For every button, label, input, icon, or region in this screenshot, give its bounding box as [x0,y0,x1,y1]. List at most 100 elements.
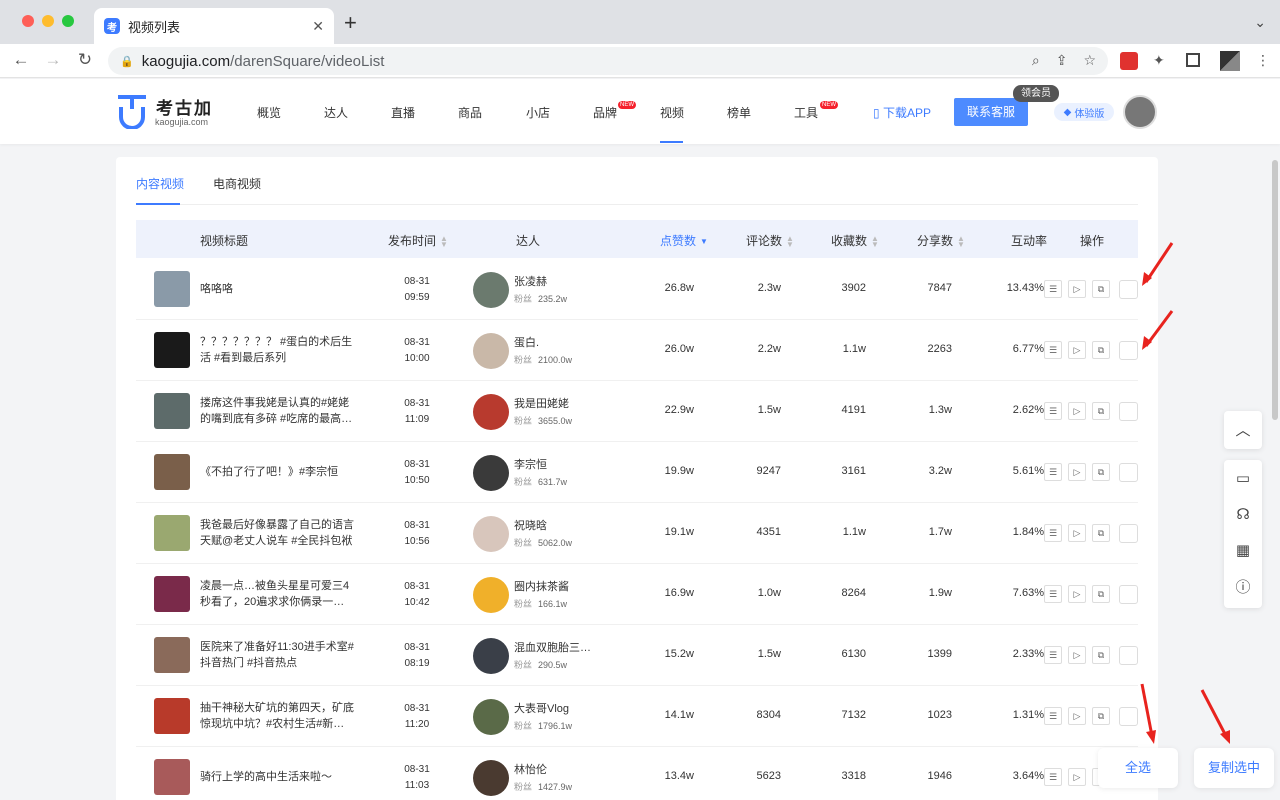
video-thumbnail[interactable] [154,576,190,612]
daren-name-link[interactable]: 我是田姥姥 [514,395,569,411]
detail-list-icon[interactable]: ☰ [1044,768,1062,786]
url-field[interactable]: 🔒 kaogujia.com/darenSquare/videoList ⌕ ⇪… [108,47,1108,75]
copy-icon[interactable]: ⧉ [1092,585,1110,603]
get-vip-badge[interactable]: 领会员 [1013,85,1059,102]
play-icon[interactable]: ▷ [1068,402,1086,420]
video-title-link[interactable]: 抽干神秘大矿坑的第四天，矿底惊现坑中坑？#农村生活#新… [200,700,360,732]
nav-item-tools[interactable]: 工具 [794,104,818,121]
nav-item-live[interactable]: 直播 [391,104,415,121]
back-arrow-icon[interactable]: ← [10,50,32,70]
detail-list-icon[interactable]: ☰ [1044,524,1062,542]
daren-avatar[interactable] [473,394,509,430]
nav-item-shop[interactable]: 小店 [526,104,550,121]
copy-icon[interactable]: ⧉ [1092,280,1110,298]
table-row[interactable]: 我爸最后好像暴露了自己的语言天赋@老丈人说车 #全民抖包袱 08-31 10:56 祝… [136,503,1138,564]
nav-item-daren[interactable]: 达人 [324,104,348,121]
monitor-icon[interactable]: ▭ [1224,460,1262,496]
daren-name-link[interactable]: 张凌赫 [514,273,547,289]
new-tab-button[interactable]: + [344,12,357,34]
detail-list-icon[interactable]: ☰ [1044,341,1062,359]
row-select-checkbox[interactable] [1119,280,1138,299]
table-row[interactable]: 凌晨一点…被鱼头星星可爱三4秒看了，20遍求求你俩录一… 08-31 10:42 圈内… [136,564,1138,625]
detail-list-icon[interactable]: ☰ [1044,646,1062,664]
video-title-link[interactable]: 医院来了准备好11:30进手术室#抖音热门 #抖音热点 [200,639,360,671]
copy-icon[interactable]: ⧉ [1092,402,1110,420]
play-icon[interactable]: ▷ [1068,341,1086,359]
daren-name-link[interactable]: 林怡伦 [514,761,547,777]
table-row[interactable]: 医院来了准备好11:30进手术室#抖音热门 #抖音热点 08-31 08:19 混血双… [136,625,1138,686]
zoom-icon[interactable]: ⌕ [1032,52,1040,69]
play-icon[interactable]: ▷ [1068,280,1086,298]
row-select-checkbox[interactable] [1119,524,1138,543]
video-title-link[interactable]: 搂席这件事我姥是认真的#姥姥的嘴到底有多碎 #吃席的最高… [200,395,360,427]
column-favorites[interactable]: 收藏数 ▲ ▼ [831,232,879,249]
tab-close-icon[interactable]: ✕ [312,18,324,35]
video-title-link[interactable]: ？？？？？？？ #蛋白的术后生活 #看到最后系列 [200,334,360,366]
column-publish-time[interactable]: 发布时间 ▲ ▼ [388,232,448,249]
video-thumbnail[interactable] [154,271,190,307]
column-shares[interactable]: 分享数 ▲ ▼ [917,232,965,249]
daren-name-link[interactable]: 祝晓晗 [514,517,547,533]
column-comments[interactable]: 评论数 ▲ ▼ [746,232,794,249]
reload-icon[interactable]: ↻ [74,50,96,70]
up-icon[interactable]: ︿ [1224,411,1262,447]
daren-name-link[interactable]: 李宗恒 [514,456,547,472]
play-icon[interactable]: ▷ [1068,707,1086,725]
row-select-checkbox[interactable] [1119,341,1138,360]
extensions-puzzle-icon[interactable]: ✦ [1153,52,1171,70]
video-title-link[interactable]: 我爸最后好像暴露了自己的语言天赋@老丈人说车 #全民抖包袱 [200,517,360,549]
row-select-checkbox[interactable] [1119,463,1138,482]
daren-avatar[interactable] [473,516,509,552]
video-thumbnail[interactable] [154,454,190,490]
qrcode-icon[interactable]: ▦ [1224,532,1262,568]
video-thumbnail[interactable] [154,393,190,429]
copy-selected-button[interactable]: 复制选中 [1194,748,1274,788]
nav-item-brand[interactable]: 品牌 [593,104,617,121]
extension-icon[interactable] [1120,52,1138,70]
row-select-checkbox[interactable] [1119,402,1138,421]
video-title-link[interactable]: 骑行上学的高中生活来啦～ [200,769,360,785]
browser-menu-icon[interactable]: ⋮ [1256,52,1274,70]
detail-list-icon[interactable]: ☰ [1044,463,1062,481]
help-icon[interactable]: ⓘ [1224,568,1262,604]
profile-avatar[interactable] [1220,51,1240,71]
nav-item-goods[interactable]: 商品 [458,104,482,121]
video-title-link[interactable]: 咯咯咯 [200,281,360,297]
daren-avatar[interactable] [473,760,509,796]
copy-icon[interactable]: ⧉ [1092,524,1110,542]
play-icon[interactable]: ▷ [1068,768,1086,786]
play-icon[interactable]: ▷ [1068,585,1086,603]
tab-search-chevron-icon[interactable]: ⌄ [1254,14,1266,31]
table-row[interactable]: 咯咯咯 08-31 09:59 张凌赫 粉丝 235.2w 26.8w 2.3w 3902 784… [136,259,1138,320]
copy-icon[interactable]: ⧉ [1092,463,1110,481]
tab-ecommerce-videos[interactable]: 电商视频 [213,175,261,192]
daren-avatar[interactable] [473,272,509,308]
row-select-checkbox[interactable] [1119,646,1138,665]
copy-icon[interactable]: ⧉ [1092,646,1110,664]
row-select-checkbox[interactable] [1119,585,1138,604]
detail-list-icon[interactable]: ☰ [1044,402,1062,420]
daren-name-link[interactable]: 混血双胞胎三… [514,639,591,655]
video-thumbnail[interactable] [154,332,190,368]
video-thumbnail[interactable] [154,698,190,734]
minimize-window-button[interactable] [42,15,54,27]
video-thumbnail[interactable] [154,759,190,795]
video-title-link[interactable]: 《不拍了行了吧！》#李宗恒 [200,464,360,480]
table-row[interactable]: 骑行上学的高中生活来啦～ 08-31 11:03 林怡伦 粉丝 1427.9w 13.4w 5… [136,747,1138,800]
headset-icon[interactable]: ☊ [1224,496,1262,532]
kaogujia-logo-icon[interactable] [116,93,148,129]
bookmark-star-icon[interactable]: ☆ [1083,52,1096,69]
video-title-link[interactable]: 凌晨一点…被鱼头星星可爱三4秒看了，20遍求求你俩录一… [200,578,360,610]
table-row[interactable]: ？？？？？？？ #蛋白的术后生活 #看到最后系列 08-31 10:00 蛋白. 粉丝 2… [136,320,1138,381]
play-icon[interactable]: ▷ [1068,524,1086,542]
daren-name-link[interactable]: 圈内抹茶酱 [514,578,569,594]
user-avatar[interactable] [1123,95,1157,129]
nav-item-video[interactable]: 视频 [660,104,684,121]
download-app-link[interactable]: ▯ 下载APP [873,104,931,121]
table-row[interactable]: 搂席这件事我姥是认真的#姥姥的嘴到底有多碎 #吃席的最高… 08-31 11:09 我… [136,381,1138,442]
trial-version-badge[interactable]: ◆ 体验版 [1054,103,1114,121]
column-likes[interactable]: 点赞数 ▼ [660,232,708,249]
table-row[interactable]: 抽干神秘大矿坑的第四天，矿底惊现坑中坑？#农村生活#新… 08-31 11:20 大表… [136,686,1138,747]
table-row[interactable]: 《不拍了行了吧！》#李宗恒 08-31 10:50 李宗恒 粉丝 631.7w 19.9w 9… [136,442,1138,503]
browser-tab[interactable]: 考 视频列表 ✕ [94,8,334,44]
